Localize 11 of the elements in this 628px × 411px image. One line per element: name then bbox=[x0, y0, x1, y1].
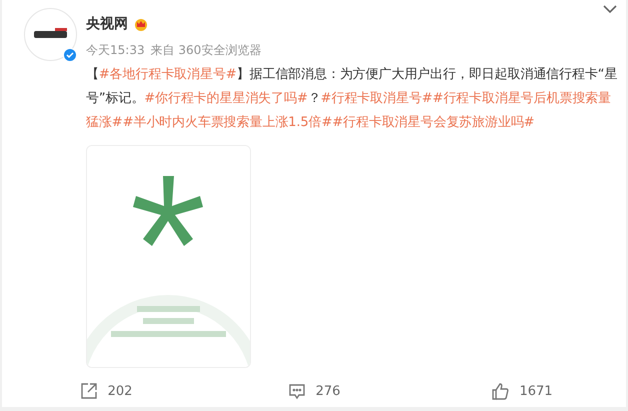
share-icon[interactable] bbox=[80, 382, 98, 400]
comment-count: 276 bbox=[316, 384, 340, 398]
thumbs-up-icon[interactable] bbox=[491, 382, 510, 400]
share-count: 202 bbox=[108, 384, 132, 398]
like-count: 1671 bbox=[519, 384, 553, 398]
chevron-down-icon[interactable] bbox=[602, 4, 618, 14]
post-source: 来自 360安全浏览器 bbox=[150, 42, 262, 59]
author-name[interactable]: 央视网 bbox=[86, 15, 128, 33]
comment-icon[interactable] bbox=[288, 382, 306, 400]
post-text: 【#各地行程卡取消星号#】据工信部消息：为方便广大用户出行，即日起取消通信行程卡“星号”标记。#你行程卡的星星消失了吗#？#行程卡取消星号##行程卡取消星号后机票搜索量猛涨##半小时内火车票搜索量上涨1.5倍##行程卡取消星号会复苏旅游业吗# bbox=[86, 66, 618, 132]
crown-icon bbox=[133, 17, 149, 31]
